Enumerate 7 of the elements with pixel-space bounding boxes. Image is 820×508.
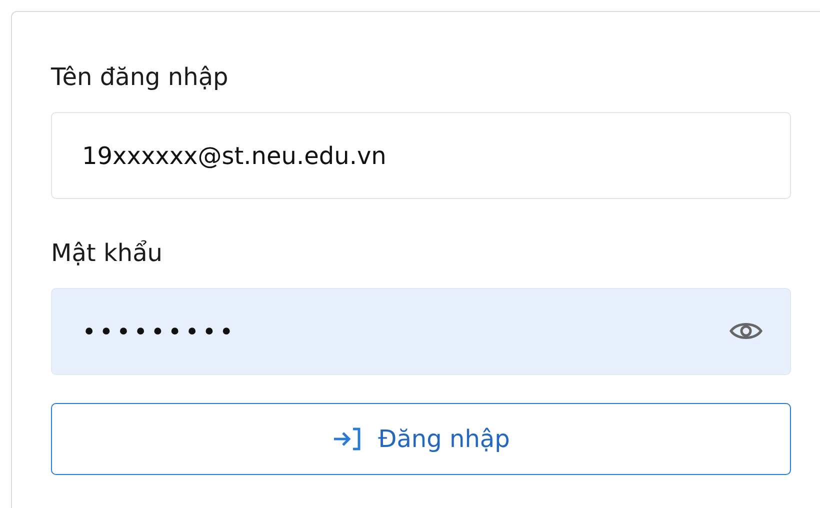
eye-icon[interactable] (729, 320, 763, 342)
login-icon (332, 426, 362, 452)
field-label: Tên đăng nhập (51, 62, 230, 92)
login-button[interactable]: Đăng nhập (51, 403, 791, 475)
password-field[interactable]: ••••••••• (51, 288, 791, 375)
field-label: Mật khẩu (51, 238, 164, 268)
username-field[interactable]: 19xxxxxx@st.neu.edu.vn (51, 112, 791, 199)
